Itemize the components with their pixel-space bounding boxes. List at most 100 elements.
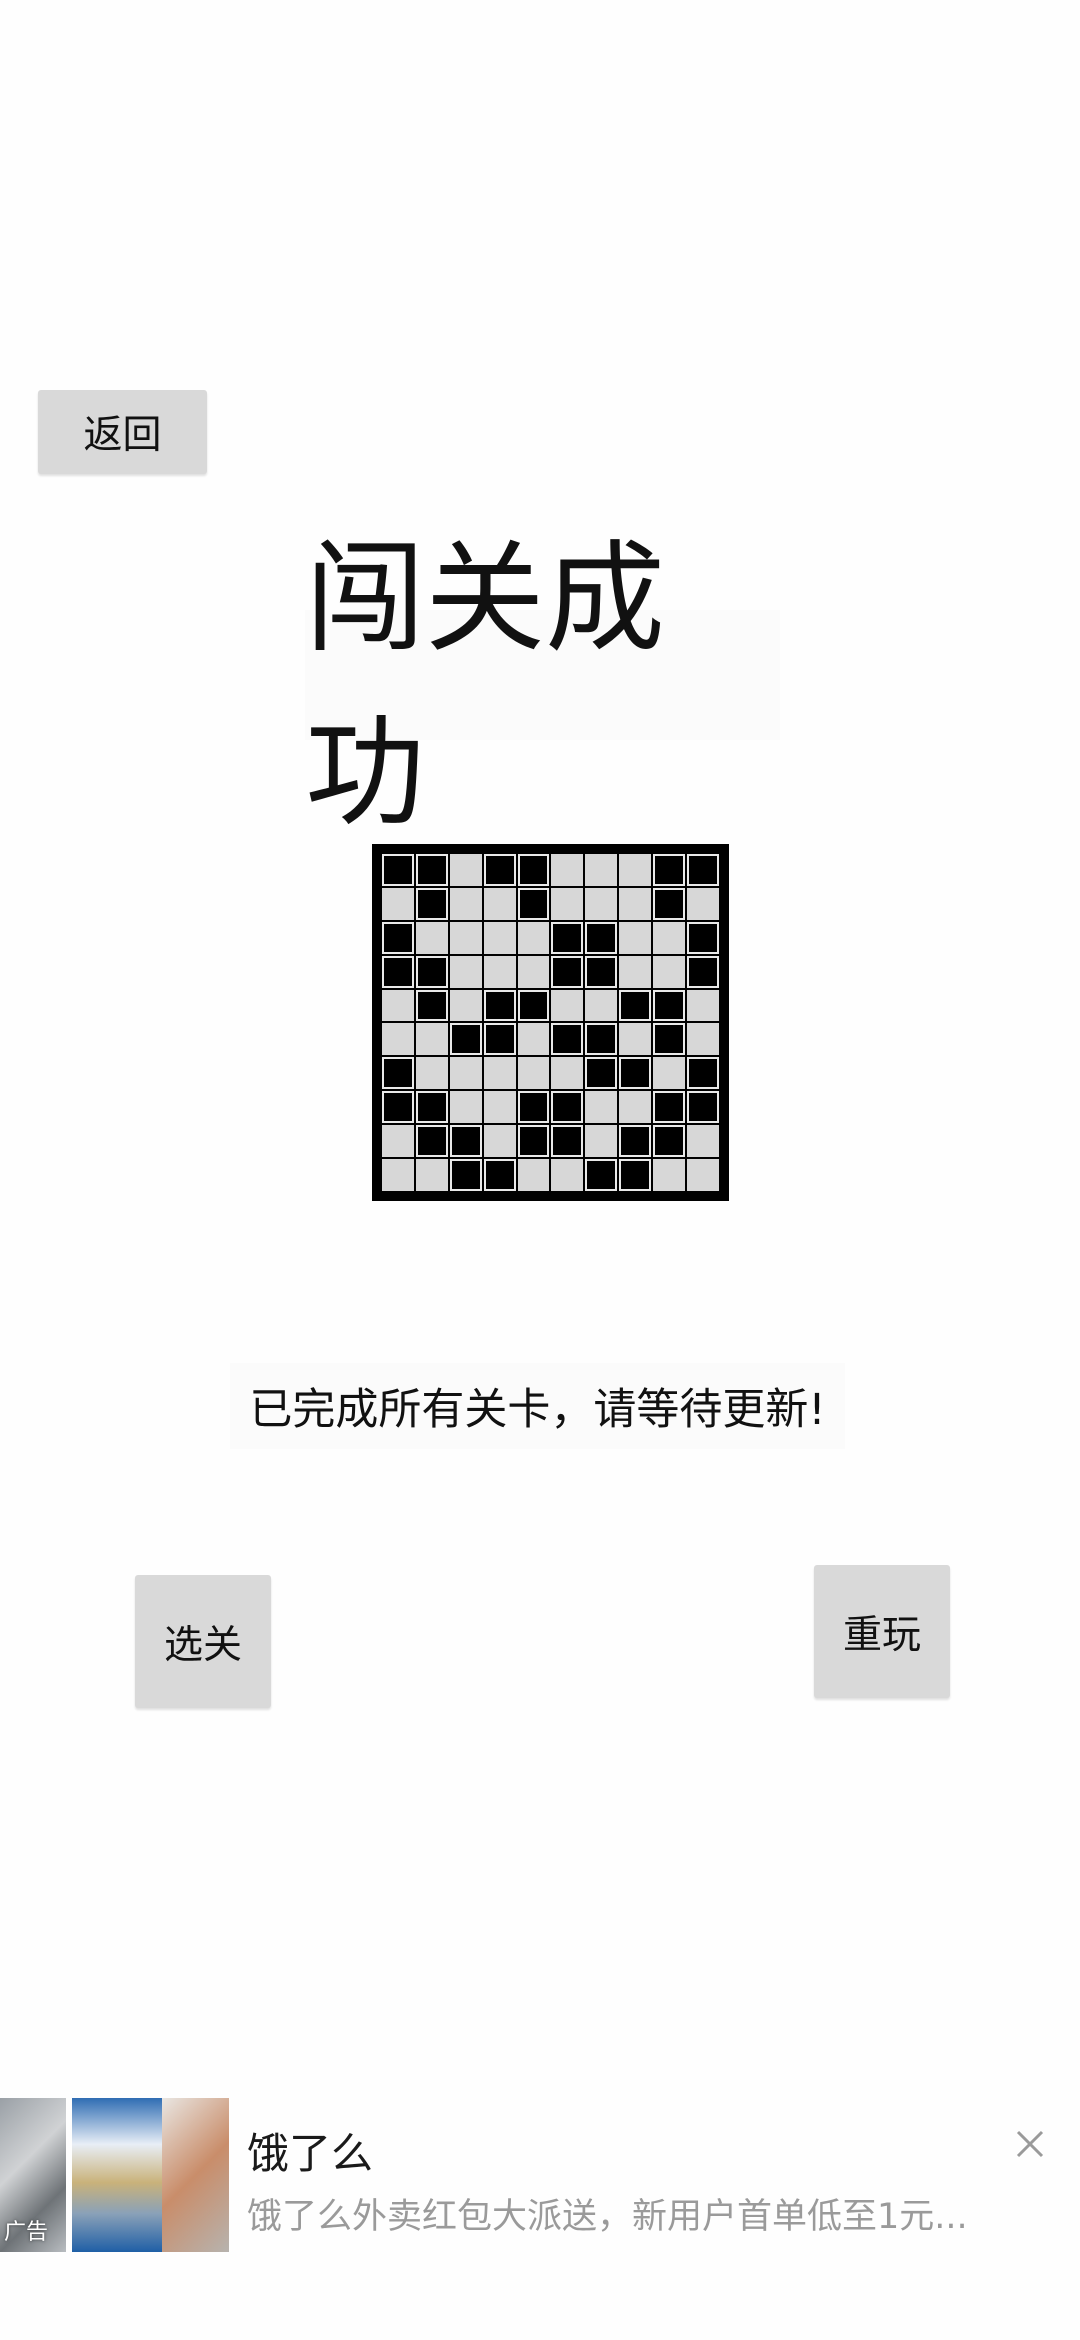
grid-cell-filled: [415, 854, 448, 886]
grid-cell-empty: [449, 955, 482, 988]
grid-cell-filled: [415, 989, 448, 1022]
grid-cell-empty: [415, 1159, 448, 1191]
grid-cell-empty: [382, 1125, 414, 1158]
grid-cell-empty: [585, 1091, 618, 1124]
grid-cell-filled: [517, 887, 550, 920]
grid-cell-filled: [619, 989, 652, 1022]
grid-cell-empty: [619, 921, 652, 954]
grid-cell-empty: [449, 887, 482, 920]
grid-cell-filled: [382, 955, 414, 988]
back-button[interactable]: 返回: [38, 390, 207, 474]
grid-cell-filled: [382, 1091, 414, 1124]
ad-banner[interactable]: 广告 饿了么 饿了么外卖红包大派送，新用户首单低至1元...: [0, 2098, 1080, 2252]
ad-image[interactable]: [162, 2098, 229, 2252]
grid-cell-empty: [585, 887, 618, 920]
grid-cell-filled: [619, 1125, 652, 1158]
grid-cell-filled: [449, 1125, 482, 1158]
grid-cell-empty: [585, 989, 618, 1022]
grid-cell-empty: [551, 1159, 584, 1191]
grid-cell-filled: [687, 854, 719, 886]
grid-cell-empty: [483, 1125, 516, 1158]
ad-title[interactable]: 饿了么: [247, 2120, 373, 2181]
grid-cell-empty: [483, 887, 516, 920]
grid-cell-empty: [551, 854, 584, 886]
grid-cell-filled: [687, 955, 719, 988]
grid-cell-filled: [517, 854, 550, 886]
grid-cell-empty: [653, 921, 686, 954]
grid-cell-filled: [551, 1023, 584, 1056]
grid-cell-filled: [517, 1125, 550, 1158]
grid-cell-empty: [687, 887, 719, 920]
grid-cell-filled: [551, 921, 584, 954]
grid-cell-filled: [449, 1159, 482, 1191]
grid-cell-filled: [653, 1125, 686, 1158]
replay-button[interactable]: 重玩: [814, 1565, 950, 1698]
grid-cell-empty: [449, 1091, 482, 1124]
grid-cell-empty: [449, 989, 482, 1022]
grid-cell-filled: [382, 854, 414, 886]
grid-cell-empty: [483, 1057, 516, 1090]
grid-cell-empty: [687, 1125, 719, 1158]
grid-cell-empty: [382, 1023, 414, 1056]
ad-description[interactable]: 饿了么外卖红包大派送，新用户首单低至1元...: [247, 2188, 987, 2239]
grid-cell-empty: [382, 989, 414, 1022]
grid-cell-empty: [415, 1023, 448, 1056]
grid-cell-empty: [517, 1023, 550, 1056]
grid-cell-empty: [619, 955, 652, 988]
grid-cell-filled: [551, 1125, 584, 1158]
grid-cell-empty: [687, 1023, 719, 1056]
grid-cell-filled: [415, 887, 448, 920]
grid-cell-filled: [619, 1057, 652, 1090]
grid-cell-filled: [551, 955, 584, 988]
grid-cell-filled: [449, 1023, 482, 1056]
grid-cell-filled: [585, 955, 618, 988]
page-title: 闯关成功: [305, 530, 780, 843]
grid-cell-filled: [415, 955, 448, 988]
grid-cell-filled: [653, 854, 686, 886]
grid-cell-empty: [382, 1159, 414, 1191]
ad-image[interactable]: [72, 2098, 162, 2252]
grid-cell-filled: [483, 1159, 516, 1191]
close-icon[interactable]: [1012, 2126, 1048, 2162]
grid-cell-empty: [653, 1159, 686, 1191]
grid-cell-empty: [551, 887, 584, 920]
grid-cell-filled: [653, 887, 686, 920]
grid-cell-empty: [653, 1057, 686, 1090]
grid-cell-empty: [653, 955, 686, 988]
grid-cell-empty: [449, 921, 482, 954]
grid-cell-filled: [619, 1159, 652, 1191]
grid-cell-filled: [653, 1091, 686, 1124]
ad-images[interactable]: 广告: [0, 2098, 229, 2252]
ad-label: 广告: [4, 2220, 49, 2245]
grid-cell-empty: [382, 887, 414, 920]
grid-cell-empty: [483, 955, 516, 988]
grid-cell-filled: [415, 1125, 448, 1158]
grid-cell-filled: [517, 1091, 550, 1124]
grid-cell-filled: [483, 1023, 516, 1056]
grid-cell-empty: [619, 1091, 652, 1124]
grid-cell-filled: [517, 989, 550, 1022]
grid-cell-empty: [585, 854, 618, 886]
grid-cell-filled: [687, 921, 719, 954]
grid-cell-filled: [585, 921, 618, 954]
puzzle-grid: [382, 854, 719, 1191]
grid-cell-empty: [517, 921, 550, 954]
completion-message: 已完成所有关卡，请等待更新!: [230, 1363, 845, 1449]
select-level-button[interactable]: 选关: [135, 1575, 271, 1708]
grid-cell-empty: [449, 854, 482, 886]
game-complete-screen: 返回 闯关成功 已完成所有关卡，请等待更新! 选关 重玩 广告 饿了么 饿了么外…: [0, 0, 1080, 2340]
puzzle-board: [372, 844, 729, 1201]
grid-cell-filled: [585, 1023, 618, 1056]
grid-cell-empty: [483, 921, 516, 954]
grid-cell-filled: [551, 1091, 584, 1124]
grid-cell-empty: [551, 989, 584, 1022]
grid-cell-filled: [585, 1159, 618, 1191]
grid-cell-empty: [449, 1057, 482, 1090]
grid-cell-filled: [687, 1057, 719, 1090]
grid-cell-empty: [619, 1023, 652, 1056]
grid-cell-filled: [585, 1057, 618, 1090]
grid-cell-empty: [585, 1125, 618, 1158]
grid-cell-filled: [415, 1091, 448, 1124]
grid-cell-empty: [415, 1057, 448, 1090]
grid-cell-empty: [483, 1091, 516, 1124]
